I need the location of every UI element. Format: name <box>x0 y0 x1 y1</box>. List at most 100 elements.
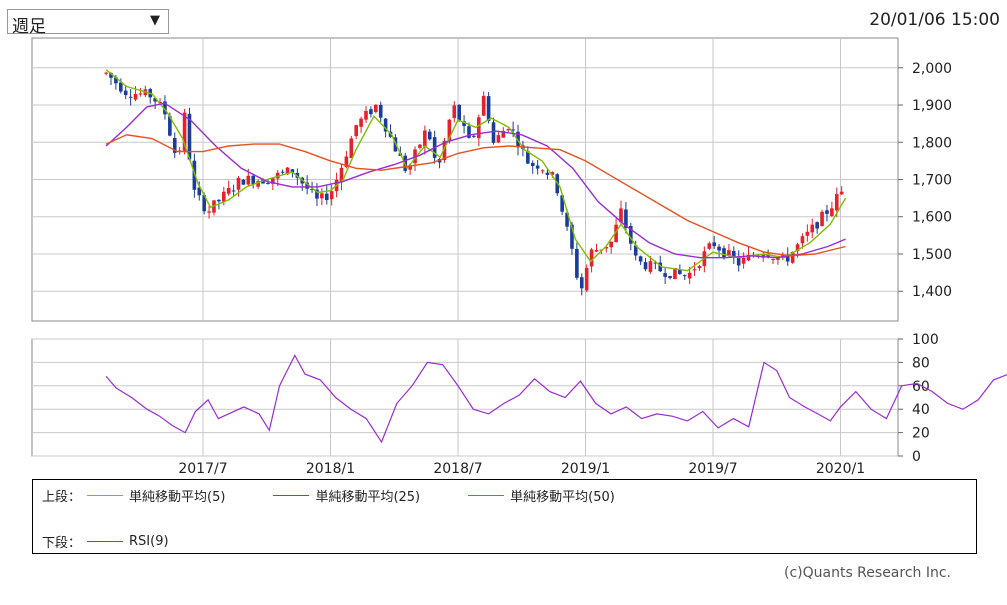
candle-body <box>810 224 815 233</box>
candle-body <box>682 275 687 277</box>
candle-body <box>246 175 251 185</box>
candle-body <box>834 194 839 211</box>
candle-body <box>579 277 584 289</box>
price-tick-label: 1,400 <box>912 284 952 300</box>
price-tick-label: 1,500 <box>912 247 952 263</box>
candle-body <box>741 257 746 264</box>
candle-body <box>123 90 128 96</box>
candle-body <box>324 193 329 200</box>
candle-body <box>692 269 697 271</box>
copyright-text: (c)Quants Research Inc. <box>783 565 951 581</box>
candle-body <box>241 179 246 185</box>
candle-body <box>643 262 648 270</box>
x-tick-label: 2019/7 <box>688 461 737 477</box>
candle-body <box>472 135 476 137</box>
candle-body <box>481 95 486 116</box>
legend-lower-row: 下段： RSI(9) <box>42 532 217 551</box>
legend-upper-label: 上段： <box>42 490 82 505</box>
candle-body <box>349 138 354 159</box>
candle-body <box>540 170 545 172</box>
x-tick-label: 2017/7 <box>178 461 227 477</box>
candle-body <box>217 199 221 202</box>
candle-body <box>594 249 599 252</box>
candle-body <box>771 258 775 260</box>
candle-body <box>815 222 819 229</box>
candle-body <box>820 211 824 227</box>
candle-body <box>418 144 422 148</box>
candle-body <box>138 93 143 95</box>
candle-body <box>354 125 358 137</box>
candle-body <box>584 267 589 291</box>
rsi-tick-label: 40 <box>912 402 930 418</box>
candle-body <box>575 248 579 278</box>
legend-upper-row: 上段： 単純移動平均(5) 単純移動平均(25) 単純移動平均(50) <box>42 486 663 505</box>
candle-body <box>486 96 491 121</box>
candle-body <box>687 272 692 279</box>
legend-text-sma50: 単純移動平均(50) <box>510 490 615 505</box>
legend-text-sma5: 単純移動平均(5) <box>129 490 226 505</box>
price-tick-label: 2,000 <box>912 61 952 77</box>
candle-body <box>638 256 643 262</box>
candle-body <box>231 190 236 192</box>
rsi-tick-label: 0 <box>912 449 921 465</box>
candle-body <box>266 182 270 184</box>
legend-item-sma25: 単純移動平均(25) <box>273 486 420 505</box>
stock-chart: 2017/7 2018/1 2018/7 2019/1 2019/7 2020/1 1,40… <box>31 37 1007 477</box>
candle-body <box>452 105 457 119</box>
candle-body <box>236 177 241 190</box>
candle-body <box>535 165 540 169</box>
candle-body <box>712 242 716 247</box>
candle-body <box>226 188 231 194</box>
candle-body <box>697 266 702 269</box>
candle-body <box>668 276 672 278</box>
candle-body <box>329 191 334 200</box>
rsi-tick-label: 80 <box>912 355 930 371</box>
price-tick-label: 1,800 <box>912 135 952 151</box>
legend-item-sma5: 単純移動平均(5) <box>87 486 225 505</box>
legend-swatch-rsi <box>87 541 124 542</box>
price-tick-label: 1,700 <box>912 173 952 189</box>
legend-item-sma50: 単純移動平均(50) <box>468 486 615 505</box>
candle-body <box>104 72 108 74</box>
candle-body <box>825 210 829 214</box>
candle-body <box>374 104 378 113</box>
x-tick-label: 2020/1 <box>816 461 865 477</box>
candle-body <box>707 243 712 249</box>
candle-body <box>609 241 613 248</box>
price-tick-label: 1,900 <box>912 98 952 114</box>
legend-swatch-sma5 <box>87 495 124 496</box>
price-tick-label: 1,600 <box>912 210 952 226</box>
legend-lower-label: 下段： <box>42 536 82 551</box>
candle-body <box>378 104 383 118</box>
candle-body <box>369 109 373 115</box>
candle-body <box>320 193 324 199</box>
candle-body <box>491 122 496 143</box>
candle-body <box>251 175 256 185</box>
legend-swatch-sma25 <box>273 495 310 496</box>
candle-body <box>221 191 226 202</box>
candle-body <box>427 131 432 140</box>
candle-body <box>839 191 844 195</box>
candle-body <box>207 211 211 213</box>
chart-legend: 上段： 単純移動平均(5) 単純移動平均(25) 単純移動平均(50) 下段： … <box>32 479 977 554</box>
legend-swatch-sma50 <box>468 495 505 496</box>
candle-body <box>545 172 550 175</box>
x-tick-label: 2019/1 <box>561 461 610 477</box>
candle-body <box>717 246 721 251</box>
candle-body <box>476 117 481 139</box>
candle-body <box>830 208 834 216</box>
candle-body <box>359 118 363 127</box>
candle-body <box>423 130 427 147</box>
candle-body <box>133 93 138 100</box>
rsi-tick-label: 100 <box>912 332 939 348</box>
candle-body <box>496 135 501 143</box>
candle-body <box>530 162 535 167</box>
rsi-tick-label: 60 <box>912 379 930 395</box>
candle-body <box>648 261 653 272</box>
legend-text-sma25: 単純移動平均(25) <box>315 490 421 505</box>
candle-body <box>364 110 368 120</box>
candle-body <box>722 248 726 258</box>
legend-item-rsi: RSI(9) <box>87 534 169 549</box>
candle-body <box>128 96 133 98</box>
candle-body <box>511 129 515 131</box>
